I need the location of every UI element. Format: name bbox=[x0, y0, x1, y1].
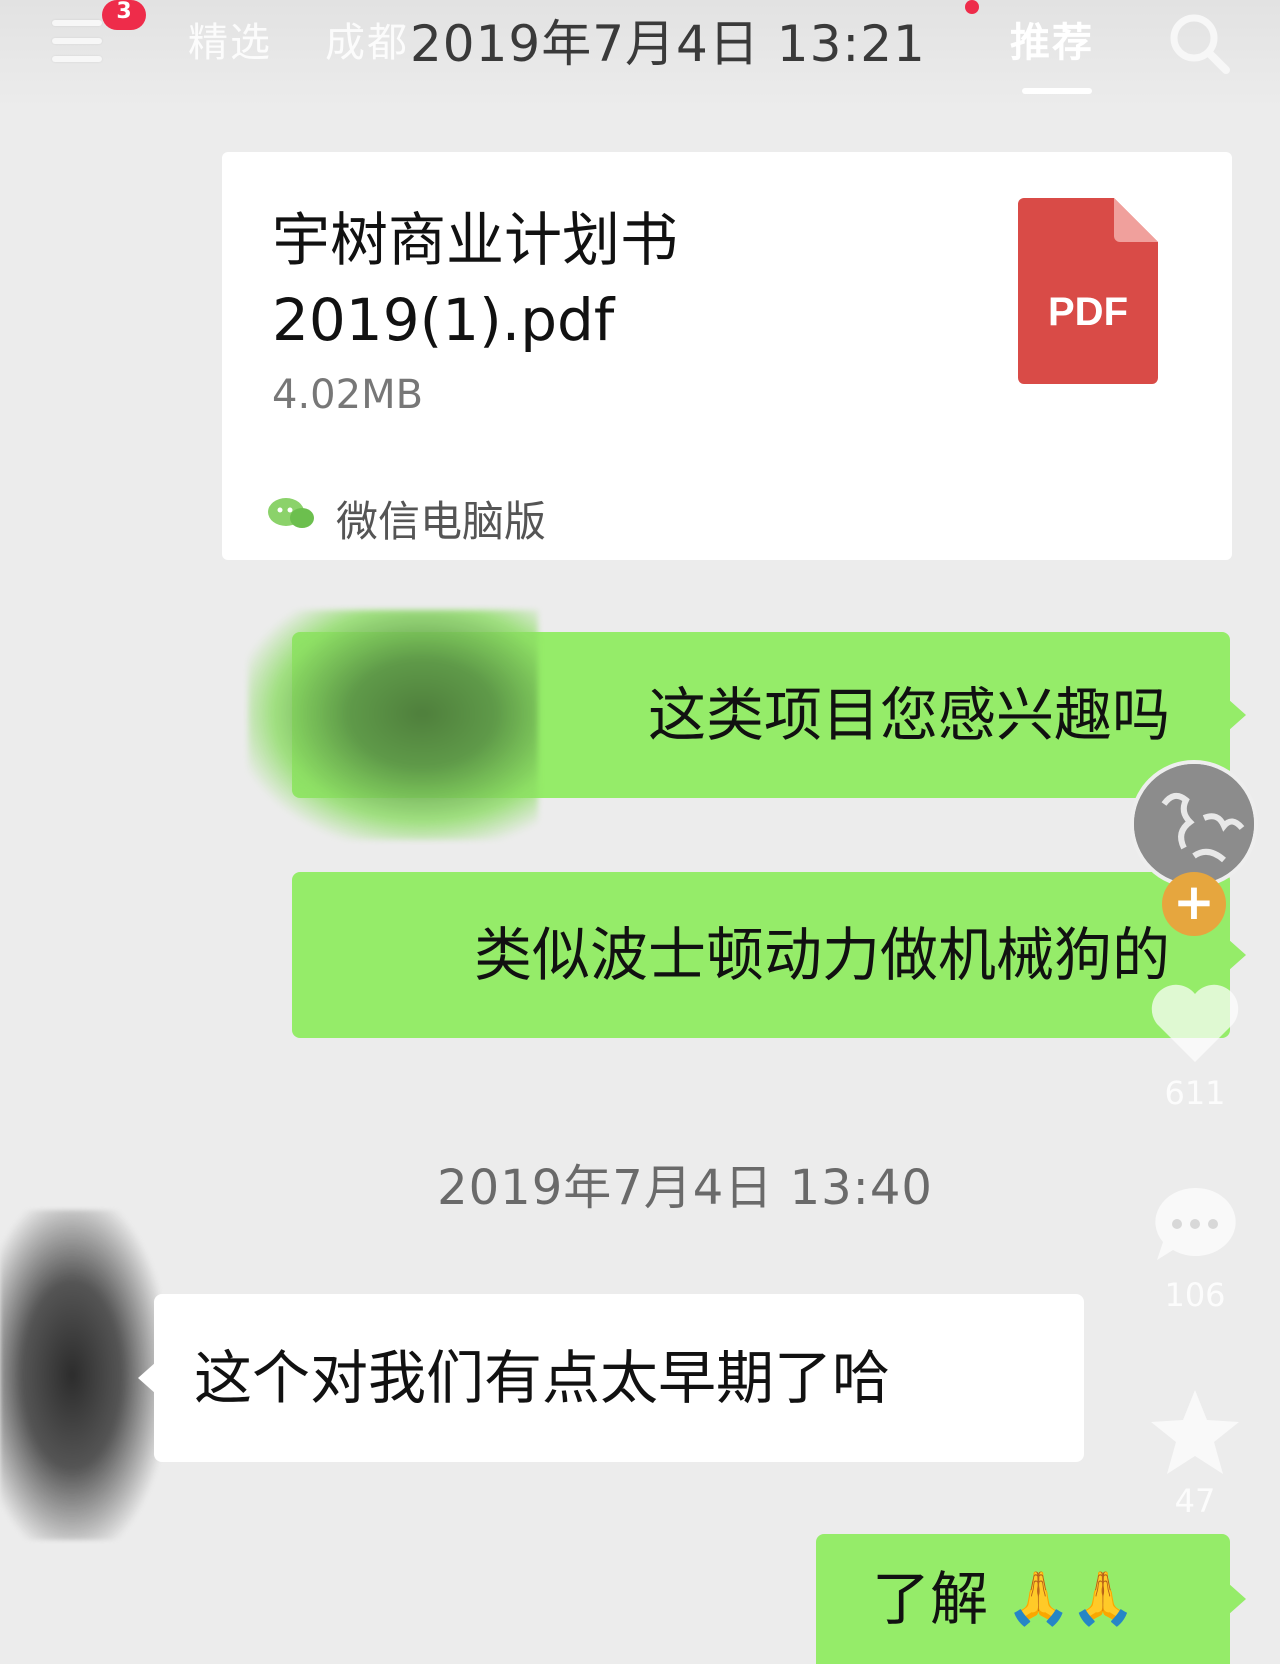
star-icon bbox=[1151, 1390, 1239, 1474]
praying-hands-icon: 🙏🙏 bbox=[1006, 1569, 1136, 1629]
menu-line-icon bbox=[52, 56, 102, 62]
pdf-type-label: PDF bbox=[1048, 290, 1128, 334]
menu-line-icon bbox=[52, 20, 102, 26]
like-action[interactable]: 611 bbox=[1140, 978, 1250, 1112]
message-text: 了解 bbox=[872, 1565, 989, 1633]
pdf-icon: PDF bbox=[1018, 198, 1158, 384]
wechat-icon bbox=[268, 498, 314, 528]
message-text: 类似波士顿动力做机械狗的 bbox=[473, 921, 1170, 989]
comment-icon bbox=[1155, 1187, 1236, 1260]
live-indicator-dot bbox=[965, 0, 979, 14]
tab-local[interactable]: 成都 bbox=[325, 10, 409, 68]
message-text: 这个对我们有点太早期了哈 bbox=[194, 1344, 891, 1412]
active-tab-underline bbox=[1022, 88, 1092, 94]
file-name: 宇树商业计划书2019(1).pdf bbox=[272, 206, 679, 354]
heart-icon bbox=[1151, 984, 1239, 1062]
tab-recommend[interactable]: 推荐 bbox=[1010, 10, 1094, 68]
message-bubble-sent[interactable]: 类似波士顿动力做机械狗的 bbox=[292, 872, 1246, 1038]
comment-count: 106 bbox=[1164, 1276, 1226, 1314]
message-bubble-received[interactable]: 这个对我们有点太早期了哈 bbox=[138, 1294, 1084, 1462]
menu-button[interactable] bbox=[52, 14, 106, 62]
message-bubble-sent[interactable]: 了解 🙏🙏 bbox=[816, 1534, 1246, 1664]
comment-action[interactable]: 106 bbox=[1140, 1180, 1250, 1314]
menu-line-icon bbox=[52, 38, 102, 44]
file-size: 4.02MB bbox=[272, 372, 424, 418]
top-nav-bar: 3 精选 成都 2019年7月4日 13:21 推荐 bbox=[0, 0, 1280, 110]
chat-time-divider: 2019年7月4日 13:40 bbox=[437, 1160, 933, 1216]
file-message-card[interactable]: 宇树商业计划书2019(1).pdf 4.02MB PDF 微信电脑版 bbox=[222, 152, 1232, 560]
message-text: 这类项目您感兴趣吗 bbox=[647, 681, 1170, 749]
redacted-contact-avatar bbox=[0, 1210, 160, 1540]
favorite-count: 47 bbox=[1174, 1482, 1216, 1520]
menu-notification-badge: 3 bbox=[102, 0, 146, 30]
creator-avatar[interactable] bbox=[1130, 760, 1258, 888]
chat-header-timestamp: 2019年7月4日 13:21 bbox=[410, 15, 926, 73]
redacted-avatar-smudge bbox=[248, 610, 538, 840]
like-count: 611 bbox=[1164, 1074, 1226, 1112]
tab-featured[interactable]: 精选 bbox=[188, 10, 272, 68]
file-source-label: 微信电脑版 bbox=[336, 497, 547, 546]
search-button[interactable] bbox=[1164, 8, 1234, 78]
follow-button[interactable]: + bbox=[1162, 872, 1226, 936]
avatar-image bbox=[1134, 764, 1254, 884]
search-icon bbox=[1170, 14, 1230, 74]
favorite-action[interactable]: 47 bbox=[1140, 1386, 1250, 1520]
